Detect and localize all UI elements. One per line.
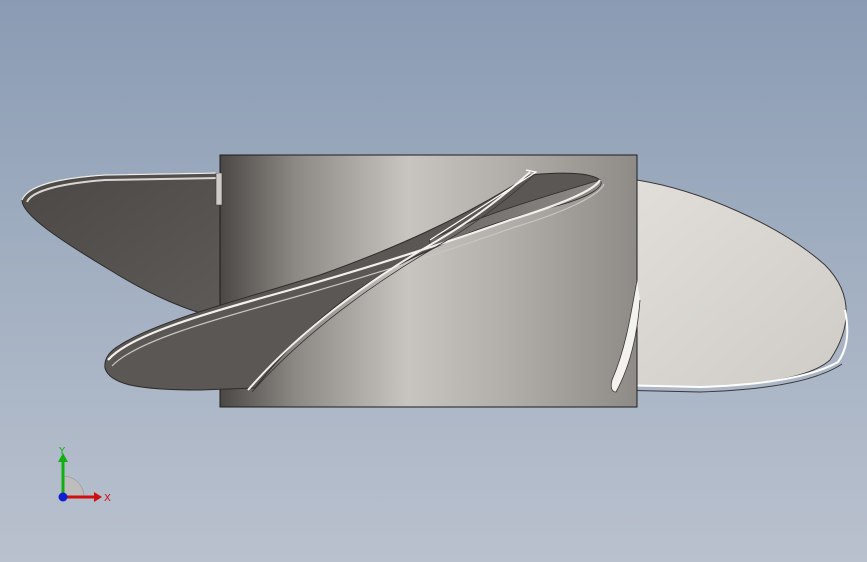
blade-left[interactable]	[21, 172, 221, 319]
graphics-viewport[interactable]: Y X	[0, 0, 867, 562]
3d-model[interactable]	[0, 0, 867, 562]
z-axis-dot-icon	[58, 492, 68, 502]
blade-right[interactable]	[610, 179, 849, 393]
coordinate-triad: Y X	[58, 446, 111, 504]
y-axis-label: Y	[58, 446, 66, 457]
x-axis-label: X	[104, 493, 111, 504]
